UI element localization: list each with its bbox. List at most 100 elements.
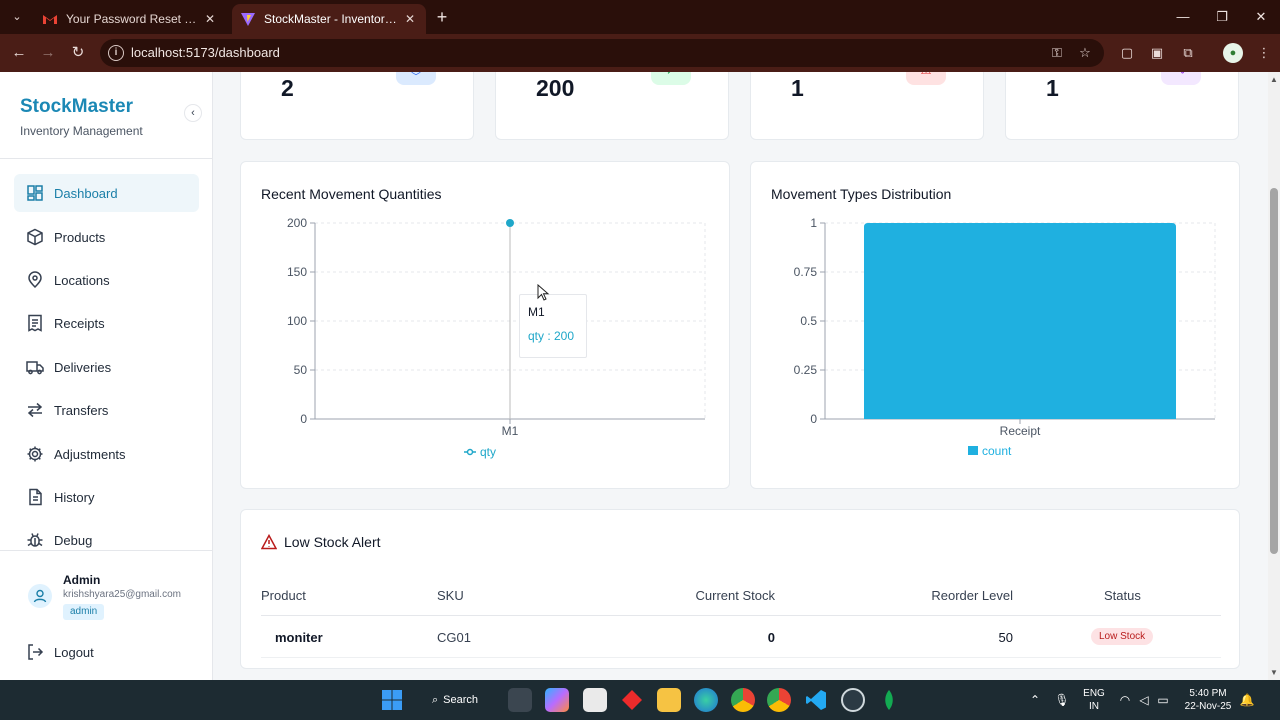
file-explorer-icon[interactable] [657,688,681,712]
volume-icon[interactable]: ◁ [1135,691,1153,709]
brand-title: StockMaster [20,96,133,117]
region-code: IN [1089,701,1099,712]
site-info-icon[interactable]: i [108,45,124,61]
extension-docs-icon[interactable]: ▣ [1147,43,1167,63]
taskbar-search-label: Search [443,694,479,706]
windows-start-icon[interactable] [381,689,403,711]
y-tick-label: 100 [287,314,307,328]
brand-subtitle: Inventory Management [20,124,143,138]
copilot-icon[interactable] [545,688,569,712]
taskbar-search-button[interactable]: ⌕ Search [422,687,492,713]
stat-value: 2 [281,75,294,101]
y-tick-label: 0 [300,412,307,426]
git-icon[interactable] [620,688,644,712]
y-tick-label: 0.75 [794,265,818,279]
column-header: Product [261,588,306,603]
low-stock-card: Low Stock Alert Product SKU Current Stoc… [240,509,1240,669]
back-icon[interactable]: ← [8,42,30,64]
sidebar-item-products[interactable]: Products [14,218,199,256]
language-code: ENG [1083,688,1105,699]
browser-menu-icon[interactable]: ⋮ [1254,43,1274,63]
vscode-icon[interactable] [804,688,828,712]
cube-icon: ⬡ [396,72,436,85]
movement-quantities-card: Recent Movement Quantities 0 50 100 150 200 M… [240,161,730,489]
tray-overflow-icon[interactable]: ⌃ [1026,691,1044,709]
table-row[interactable]: moniter CG01 0 50 Low Stock [261,616,1221,658]
store-icon[interactable] [583,688,607,712]
column-header: Current Stock [695,588,775,603]
current-stock-cell: 0 [767,630,775,645]
sidebar-item-deliveries[interactable]: Deliveries [14,348,199,386]
battery-icon[interactable]: ▭ [1154,691,1172,709]
user-icon [33,589,47,603]
close-window-icon[interactable]: ✕ [1242,0,1280,34]
reload-icon[interactable]: ↻ [67,42,89,64]
tab-stockmaster[interactable]: StockMaster - Inventory Manag ✕ [232,4,426,34]
logout-label: Logout [54,644,94,660]
collapse-sidebar-button[interactable]: ‹ [184,104,202,122]
notification-bell-icon[interactable]: 🔔 [1238,691,1256,709]
microphone-icon[interactable]: 🎙 [1053,691,1071,709]
bookmark-star-icon[interactable]: ☆ [1076,44,1094,62]
logout-icon [28,644,44,660]
table-header: Product SKU Current Stock Reorder Level … [261,588,1221,616]
restore-icon[interactable]: ❐ [1203,0,1241,34]
tooltip-value: qty : 200 [528,329,575,343]
main-content: 2 ⬡ 200 ↗ 1 ⚠ 1 ∿ Recent Movement Quanti… [213,72,1268,680]
edge-icon[interactable] [694,688,718,712]
sidebar-item-history[interactable]: History [14,478,199,516]
sidebar-item-adjustments[interactable]: Adjustments [14,435,199,473]
new-tab-button[interactable]: + [432,7,452,27]
sidebar-item-transfers[interactable]: Transfers [14,391,199,429]
profile-avatar[interactable]: ● [1223,43,1243,63]
extension-icon[interactable]: ▢ [1117,43,1137,63]
y-tick-label: 0 [810,412,817,426]
sidebar-item-dashboard[interactable]: Dashboard [14,174,199,212]
close-tab-icon[interactable]: ✕ [402,11,418,27]
y-tick-label: 0.5 [800,314,817,328]
sidebar-item-receipts[interactable]: Receipts [14,304,199,342]
extensions-puzzle-icon[interactable]: ⧉ [1178,43,1198,63]
tab-search-icon[interactable]: ⌄ [6,6,28,28]
tab-gmail[interactable]: Your Password Reset OTP - krish ✕ [34,4,226,34]
sidebar-item-debug[interactable]: Debug [14,521,199,559]
alert-triangle-icon [261,534,277,550]
vite-icon [241,13,255,26]
task-view-icon[interactable] [508,688,532,712]
mongodb-icon[interactable] [877,688,901,712]
logout-button[interactable]: Logout [26,642,94,662]
stat-card-low-stock: 1 ⚠ [750,72,984,140]
browser-tab-bar: ⌄ Your Password Reset OTP - krish ✕ Stoc… [0,0,1280,34]
stat-card-movements: 1 ∿ [1005,72,1239,140]
truck-icon [26,361,44,375]
divider [0,158,212,159]
legend-swatch [968,446,978,455]
sidebar-item-label: Receipts [54,315,105,331]
sidebar-item-label: Locations [54,272,110,288]
low-stock-title: Low Stock Alert [284,534,381,550]
bar [864,223,1176,419]
stat-value: 1 [791,75,804,101]
key-icon[interactable]: ⚿ [1048,44,1066,62]
language-indicator[interactable]: ENG IN [1080,687,1108,713]
chrome-icon[interactable] [731,688,755,712]
legend-marker [466,448,474,456]
clock[interactable]: 5:40 PM 22-Nov-25 [1180,687,1236,713]
trend-up-icon: ↗ [651,72,691,85]
sidebar-item-locations[interactable]: Locations [14,261,199,299]
scrollbar-thumb[interactable] [1270,188,1278,554]
scroll-up-icon[interactable]: ▲ [1268,74,1280,86]
stat-card-products: 2 ⬡ [240,72,474,140]
scroll-down-icon[interactable]: ▼ [1268,667,1280,679]
chrome-active-icon[interactable] [767,688,791,712]
forward-icon[interactable]: → [37,42,59,64]
address-bar[interactable]: i localhost:5173/dashboard ⚿ ☆ [100,39,1104,67]
github-desktop-icon[interactable] [841,688,865,712]
wifi-icon[interactable]: ◠ [1116,691,1134,709]
stat-value: 200 [536,75,575,101]
product-cell: moniter [275,630,323,645]
sidebar-item-label: Products [54,229,106,245]
close-tab-icon[interactable]: ✕ [202,11,218,27]
minimize-icon[interactable]: — [1164,0,1202,34]
clock-date: 22-Nov-25 [1184,701,1232,712]
